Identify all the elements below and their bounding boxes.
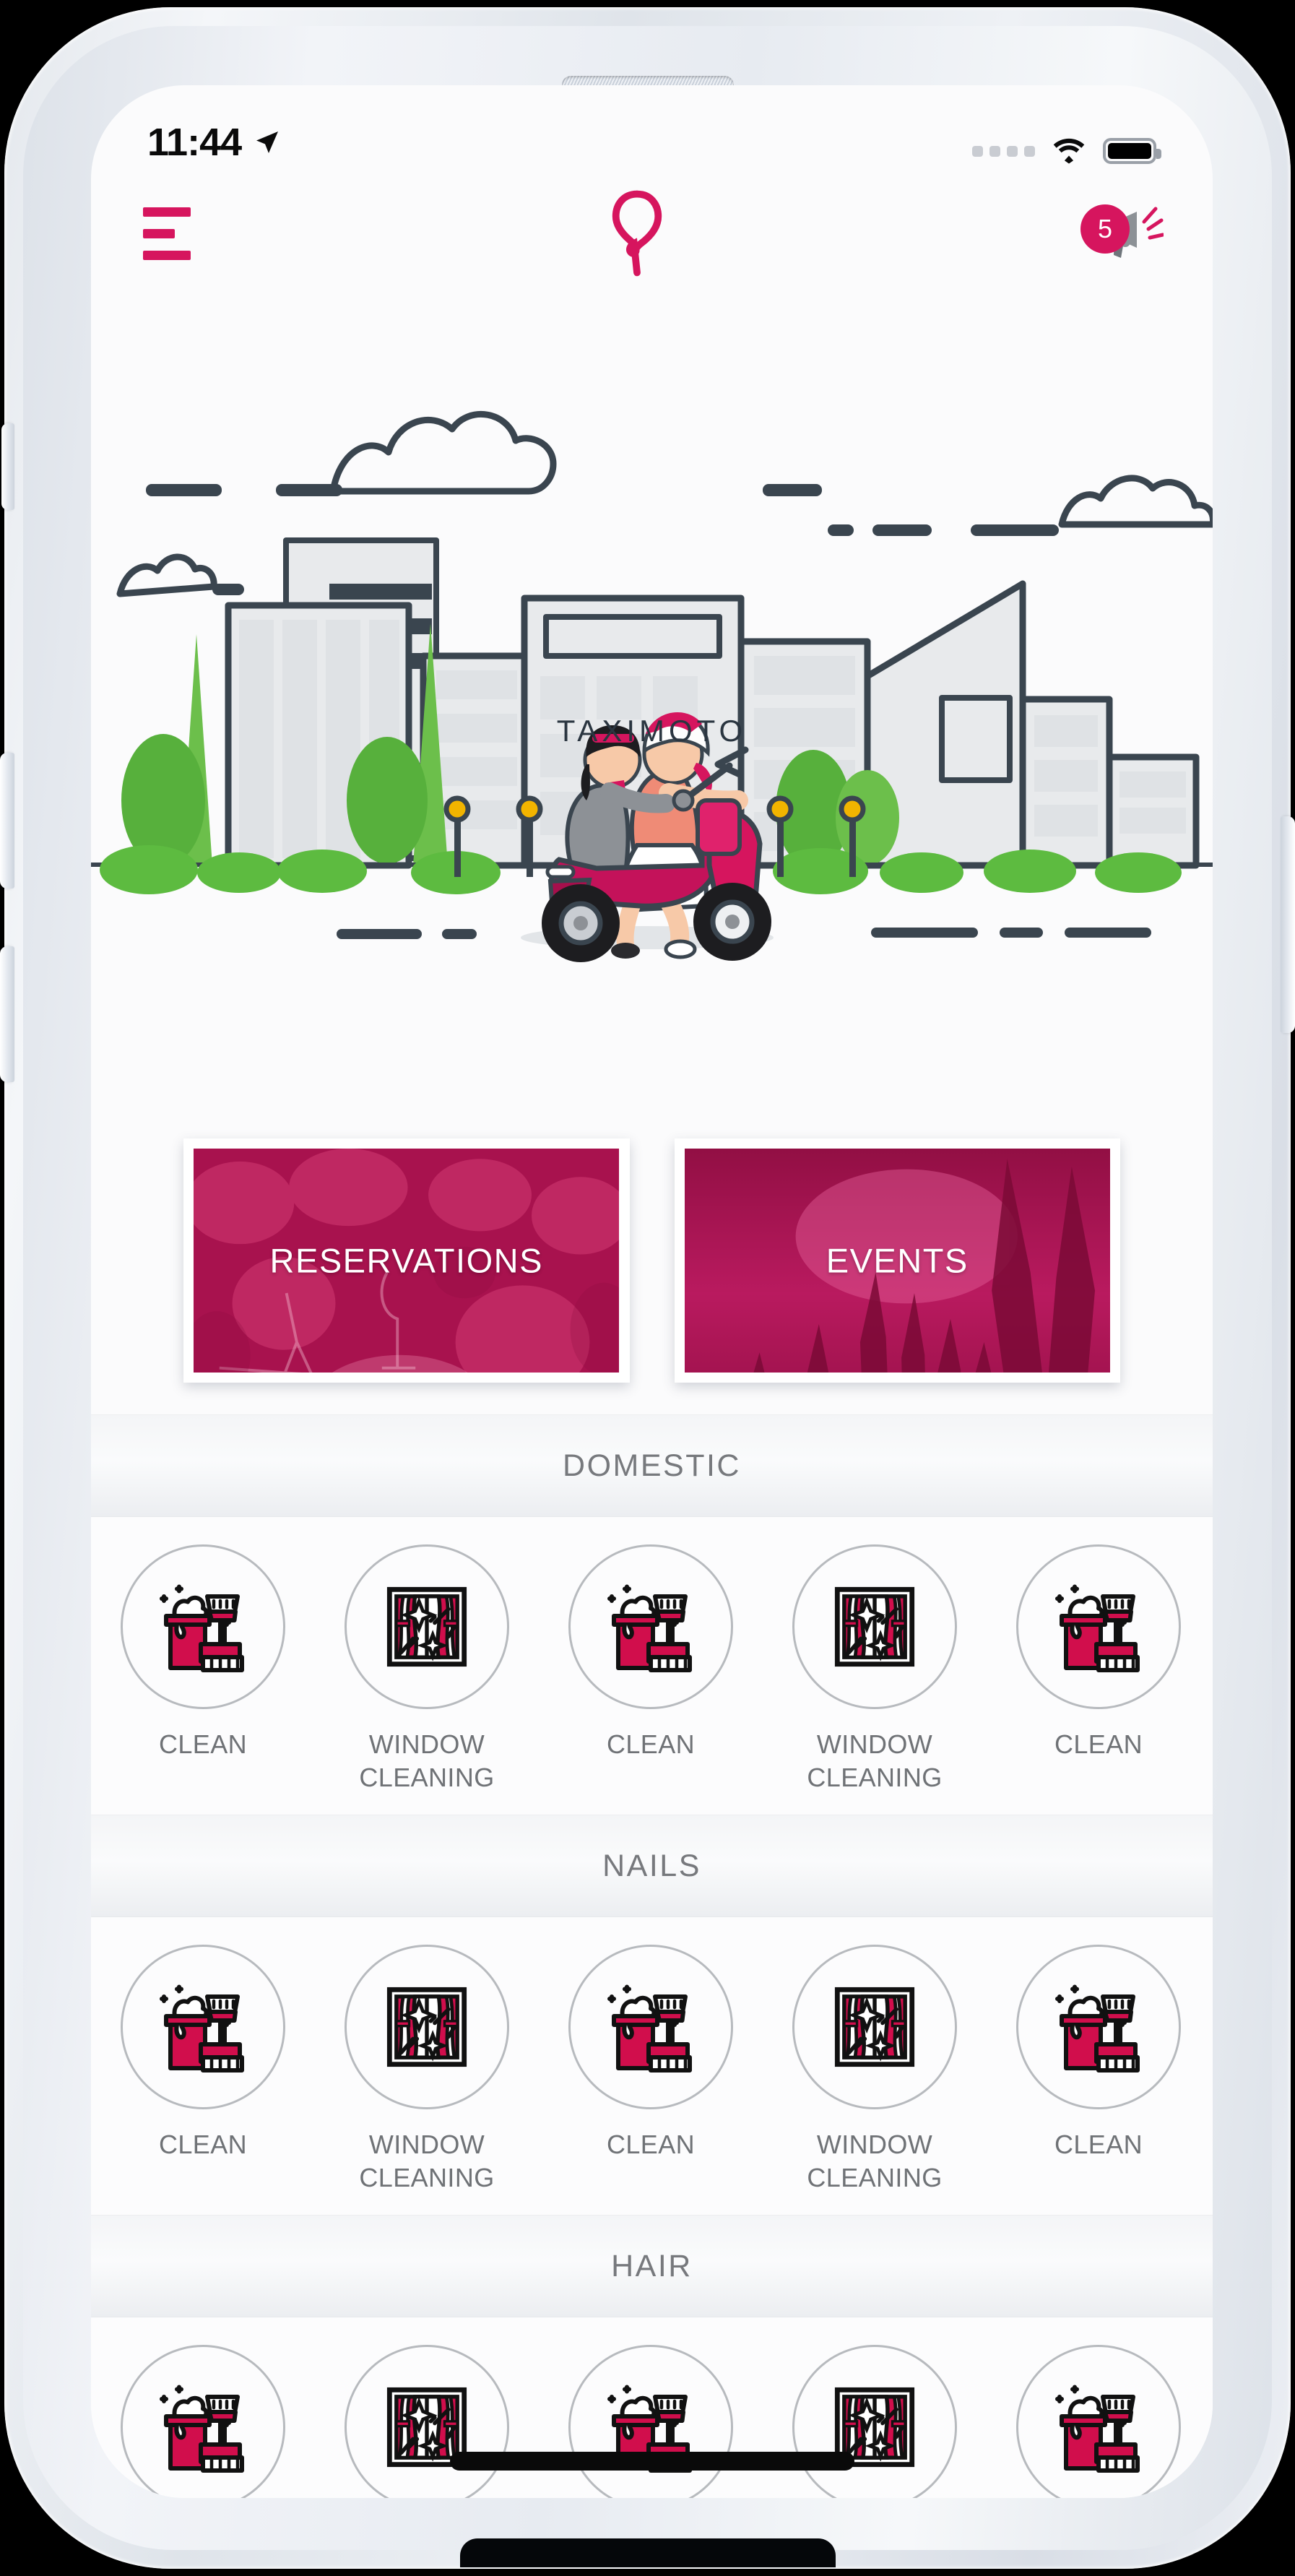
service-item[interactable]: WINDOW CLEANING xyxy=(763,1544,987,1794)
service-item-label: WINDOW CLEANING xyxy=(359,2130,495,2193)
status-time: 11:44 xyxy=(147,121,242,164)
service-item-label: WINDOW CLEANING xyxy=(807,2130,943,2193)
hero-brand-text: TAXIMOTO xyxy=(556,714,748,748)
service-item[interactable]: WINDOW CLEANING xyxy=(315,2345,539,2498)
service-icon-circle[interactable] xyxy=(121,1544,285,1709)
cleaning-bucket-broom-icon xyxy=(160,1584,244,1672)
phone-bottom-chin xyxy=(459,2538,836,2567)
service-icon-circle[interactable] xyxy=(568,2345,733,2498)
reservations-card-label: RESERVATIONS xyxy=(269,1241,543,1280)
service-item[interactable]: WINDOW CLEANING xyxy=(763,2345,987,2498)
service-item-label: CLEAN xyxy=(158,1729,248,1759)
volume-down-button[interactable] xyxy=(0,946,14,1082)
service-icon-circle[interactable] xyxy=(121,2345,285,2498)
service-item[interactable]: WINDOW CLEANING xyxy=(315,1544,539,1794)
cleaning-bucket-broom-icon xyxy=(1055,1584,1140,1672)
phone-screen: 11:44 5 TAXIMOTO RESERVATIONS EVENTS DOM… xyxy=(91,85,1213,2498)
section-header-nails: NAILS xyxy=(91,1815,1213,1918)
app-header: 5 xyxy=(91,172,1213,295)
service-item[interactable]: CLEAN xyxy=(987,1544,1210,1794)
wifi-icon xyxy=(1053,138,1085,164)
status-bar-left: 11:44 xyxy=(147,120,282,165)
service-item-label: WINDOW CLEANING xyxy=(359,1729,495,1793)
events-card[interactable]: EVENTS xyxy=(674,1138,1120,1383)
notification-count-badge: 5 xyxy=(1080,204,1130,254)
service-icon-circle[interactable] xyxy=(568,1945,733,2110)
service-item[interactable]: CLEAN xyxy=(91,1945,315,2195)
battery-full-icon xyxy=(1103,138,1161,164)
service-icon-circle[interactable] xyxy=(1016,1945,1181,2110)
service-item[interactable]: CLEAN xyxy=(91,1544,315,1794)
section-header-domestic: DOMESTIC xyxy=(91,1414,1213,1517)
home-indicator[interactable] xyxy=(449,2452,854,2471)
phone-frame: 11:44 5 TAXIMOTO RESERVATIONS EVENTS DOM… xyxy=(0,7,1295,2569)
signal-dots-icon xyxy=(972,145,1035,157)
silent-switch-button[interactable] xyxy=(1,423,14,510)
service-icon-circle[interactable] xyxy=(792,1945,957,2110)
cleaning-bucket-broom-icon xyxy=(160,2385,244,2473)
city-skyline-scooter-illustration: .ol { fill:none; stroke:#3a454f; stroke-… xyxy=(91,410,1213,962)
service-item[interactable]: CLEAN xyxy=(91,2345,315,2498)
megaphone-icon[interactable]: 5 xyxy=(1080,200,1164,267)
volume-up-button[interactable] xyxy=(0,753,14,889)
cleaning-bucket-broom-icon xyxy=(607,1584,692,1672)
service-item[interactable]: CLEAN xyxy=(539,1544,763,1794)
status-bar-right xyxy=(972,137,1161,165)
section-header-hair: HAIR xyxy=(91,2215,1213,2318)
service-item-label: CLEAN xyxy=(606,2130,696,2160)
service-icon-circle[interactable] xyxy=(121,1945,285,2110)
service-item-label: CLEAN xyxy=(158,2130,248,2160)
service-icon-circle[interactable] xyxy=(792,2345,957,2498)
service-row-nails[interactable]: CLEAN WINDOW CLEANING CLEAN WINDOW CLEAN… xyxy=(91,1917,1213,2216)
service-icon-circle[interactable] xyxy=(345,1544,509,1709)
hero-illustration: .ol { fill:none; stroke:#3a454f; stroke-… xyxy=(91,295,1213,1111)
service-item[interactable]: CLEAN xyxy=(539,1945,763,2195)
events-card-label: EVENTS xyxy=(826,1241,969,1280)
service-item-label: CLEAN xyxy=(606,1729,696,1759)
window-cleaning-icon xyxy=(834,1586,915,1667)
service-icon-circle[interactable] xyxy=(792,1544,957,1709)
service-icon-circle[interactable] xyxy=(1016,1544,1181,1709)
service-icon-circle[interactable] xyxy=(568,1544,733,1709)
location-arrow-icon xyxy=(256,131,279,153)
status-bar: 11:44 xyxy=(91,85,1213,172)
service-icon-circle[interactable] xyxy=(345,2345,509,2498)
service-item[interactable]: CLEAN xyxy=(539,2345,763,2498)
service-icon-circle[interactable] xyxy=(345,1945,509,2110)
cleaning-bucket-broom-icon xyxy=(160,1984,244,2073)
service-item[interactable]: WINDOW CLEANING xyxy=(763,1945,987,2195)
service-item-label: CLEAN xyxy=(1054,1729,1143,1759)
window-cleaning-icon xyxy=(386,1586,467,1667)
service-icon-circle[interactable] xyxy=(1016,2345,1181,2498)
window-cleaning-icon xyxy=(386,1987,467,2067)
window-cleaning-icon xyxy=(834,1987,915,2067)
service-item[interactable]: CLEAN xyxy=(987,2345,1210,2498)
taximoto-pin-logo[interactable] xyxy=(594,190,680,277)
service-item[interactable]: WINDOW CLEANING xyxy=(315,1945,539,2195)
service-item-label: WINDOW CLEANING xyxy=(807,1729,943,1793)
service-item[interactable]: CLEAN xyxy=(987,1945,1210,2195)
cleaning-bucket-broom-icon xyxy=(1055,2385,1140,2473)
cleaning-bucket-broom-icon xyxy=(607,1984,692,2073)
megaphone-sound-lines xyxy=(1142,207,1164,240)
hamburger-menu-icon[interactable] xyxy=(140,200,194,267)
service-item-label: CLEAN xyxy=(1054,2130,1143,2160)
cleaning-bucket-broom-icon xyxy=(1055,1984,1140,2073)
reservations-card[interactable]: RESERVATIONS xyxy=(183,1138,630,1383)
feature-cards-row: RESERVATIONS EVENTS xyxy=(91,1111,1213,1414)
services-scroll-container[interactable]: DOMESTIC CLEAN WINDOW CLEANING CLEAN WIN… xyxy=(91,1414,1213,2498)
service-row-hair[interactable]: CLEAN WINDOW CLEANING xyxy=(91,2317,1213,2498)
power-button[interactable] xyxy=(1281,816,1295,1033)
service-row-domestic[interactable]: CLEAN WINDOW CLEANING CLEAN WINDOW CLEAN… xyxy=(91,1517,1213,1815)
